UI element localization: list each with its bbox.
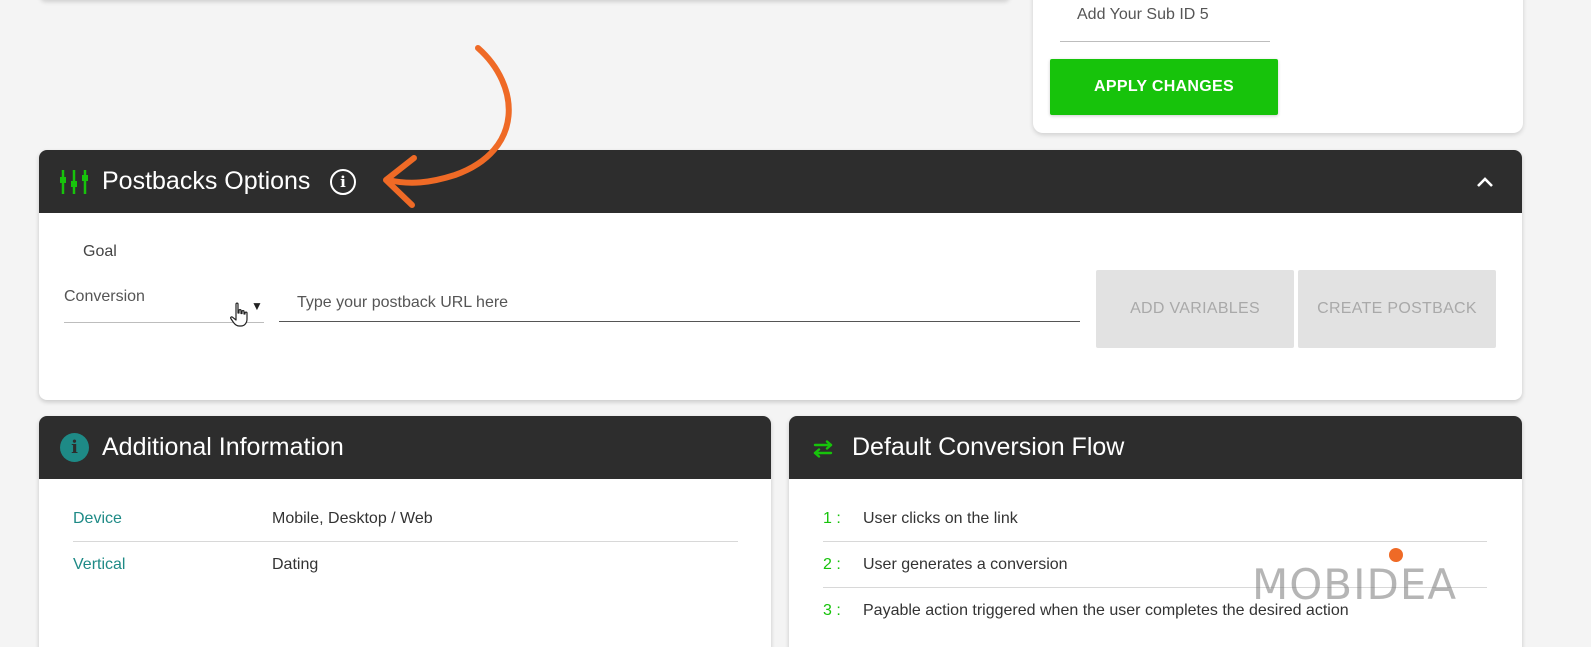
postbacks-panel: Postbacks Options i Goal Conversion ▼ AD… — [39, 150, 1522, 400]
sub-id-5-input[interactable]: Add Your Sub ID 5 — [1060, 2, 1270, 42]
info-row-vertical: Vertical Dating — [73, 542, 738, 588]
default-conversion-flow-title: Default Conversion Flow — [852, 433, 1125, 461]
create-postback-button[interactable]: CREATE POSTBACK — [1298, 270, 1496, 348]
postbacks-header[interactable]: Postbacks Options i — [39, 150, 1522, 213]
additional-information-panel: i Additional Information Device Mobile, … — [39, 416, 771, 647]
info-value: Dating — [272, 556, 319, 573]
flow-step-text: User generates a conversion — [863, 556, 1068, 573]
postback-url-input[interactable] — [279, 284, 1080, 322]
info-value: Mobile, Desktop / Web — [272, 510, 433, 527]
flow-step-number: 1 : — [823, 510, 841, 527]
goal-select-value: Conversion — [64, 288, 145, 305]
dropdown-caret-icon: ▼ — [251, 299, 263, 313]
info-badge-icon: i — [60, 433, 89, 462]
swap-arrows-icon — [813, 440, 833, 458]
postbacks-title: Postbacks Options — [102, 167, 311, 195]
info-icon[interactable]: i — [330, 169, 356, 195]
add-variables-button[interactable]: ADD VARIABLES — [1096, 270, 1294, 348]
curved-arrow-annotation — [383, 45, 512, 208]
apply-changes-button[interactable]: APPLY CHANGES — [1050, 59, 1278, 115]
hand-cursor-icon — [230, 302, 248, 327]
additional-information-header: i Additional Information — [39, 416, 771, 479]
info-row-device: Device Mobile, Desktop / Web — [73, 496, 738, 542]
mobidea-watermark: MOBIDEA — [1252, 560, 1458, 609]
flow-step-number: 2 : — [823, 556, 841, 573]
sub-id-5-placeholder: Add Your Sub ID 5 — [1077, 6, 1209, 23]
subid-card: Add Your Sub ID 5 APPLY CHANGES — [1033, 0, 1523, 133]
goal-label: Goal — [83, 243, 117, 260]
flow-step: 1 : User clicks on the link — [823, 496, 1487, 542]
info-key: Device — [73, 510, 122, 527]
flow-step-number: 3 : — [823, 602, 841, 619]
additional-information-title: Additional Information — [102, 433, 344, 461]
postback-icon — [60, 170, 88, 194]
default-conversion-flow-header: Default Conversion Flow — [789, 416, 1522, 479]
info-key: Vertical — [73, 556, 126, 573]
chevron-up-icon[interactable] — [1475, 172, 1495, 192]
default-conversion-flow-panel: Default Conversion Flow 1 : User clicks … — [789, 416, 1522, 647]
flow-step-text: User clicks on the link — [863, 510, 1018, 527]
